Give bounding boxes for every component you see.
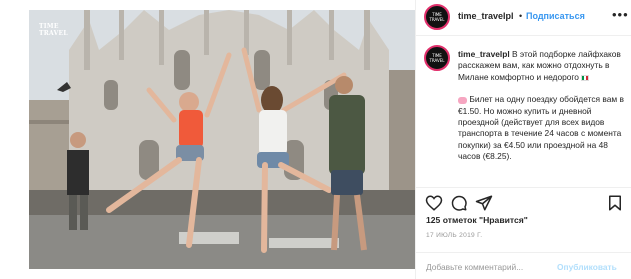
- comment-bar: Опубликовать: [416, 252, 631, 279]
- separator-dot: •: [519, 11, 523, 21]
- share-icon[interactable]: [475, 194, 493, 212]
- heart-icon[interactable]: [425, 194, 443, 212]
- post-sidebar: TIME TRAVEL time_travelpl • Подписаться …: [415, 0, 631, 279]
- more-options-icon[interactable]: •••: [612, 7, 629, 22]
- follow-button[interactable]: Подписаться: [526, 11, 585, 21]
- author-avatar[interactable]: TIME TRAVEL: [424, 4, 450, 30]
- post-photo[interactable]: TIME TRAVEL: [29, 10, 415, 269]
- post-date: 17 ИЮЛЬ 2019 Г.: [426, 232, 483, 239]
- comment-icon[interactable]: [450, 194, 468, 212]
- publish-button[interactable]: Опубликовать: [557, 262, 617, 272]
- photo-watermark-logo: TIME TRAVEL: [39, 23, 68, 37]
- post-header: TIME TRAVEL time_travelpl • Подписаться …: [416, 0, 631, 36]
- comment-input[interactable]: [426, 261, 546, 273]
- caption-username[interactable]: time_travelpl: [458, 49, 510, 59]
- caption-author-avatar[interactable]: TIME TRAVEL: [424, 45, 450, 71]
- bookmark-icon[interactable]: [606, 194, 624, 212]
- piggy-bank-icon: [458, 96, 467, 104]
- post-caption: TIME TRAVEL time_travelpl В этой подборк…: [416, 37, 631, 187]
- photo-illustration: [29, 10, 415, 269]
- caption-avatar-logo-text: TIME TRAVEL: [429, 53, 445, 63]
- avatar-logo-text: TIME TRAVEL: [429, 12, 445, 22]
- author-username[interactable]: time_travelpl: [458, 11, 514, 21]
- likes-count[interactable]: 125 отметок "Нравится": [426, 215, 528, 225]
- italy-flag-icon: [581, 74, 590, 81]
- action-bar: [416, 187, 631, 217]
- caption-text: time_travelpl В этой подборке лайфхаков …: [458, 49, 624, 174]
- caption-line-2: Билет на одну поездку обойдется вам в €1…: [458, 94, 624, 162]
